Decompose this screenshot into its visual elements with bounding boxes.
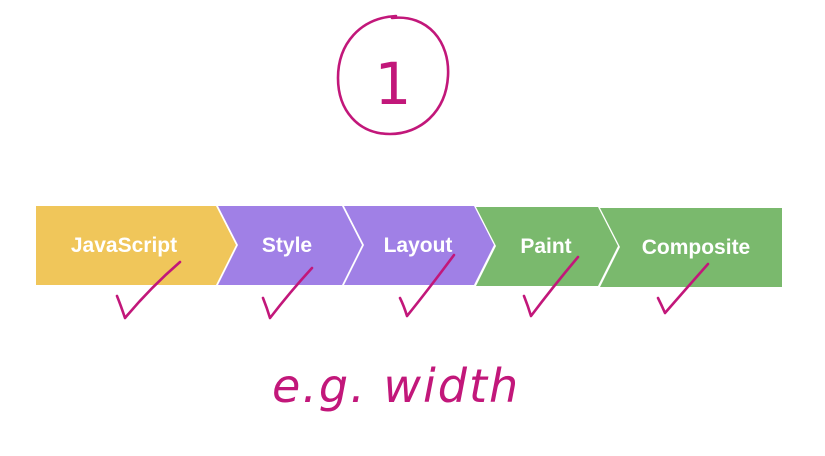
handwritten-note: e.g. width xyxy=(272,359,520,413)
stage-layout-label: Layout xyxy=(384,234,453,257)
circled-number-text: 1 xyxy=(375,50,412,118)
stage-javascript-label: JavaScript xyxy=(71,234,177,257)
stage-layout: Layout xyxy=(344,206,494,285)
stage-style-label: Style xyxy=(262,234,312,257)
pipeline-stages: JavaScript Style Layout Paint Composite xyxy=(36,206,782,287)
diagram-canvas: 1 JavaScript Style Layout Paint Composit… xyxy=(36,14,782,413)
stage-javascript: JavaScript xyxy=(36,206,236,285)
stage-paint-label: Paint xyxy=(520,235,571,258)
stage-composite-label: Composite xyxy=(642,236,751,259)
stage-style: Style xyxy=(218,206,362,285)
stage-paint: Paint xyxy=(476,207,618,286)
circled-number-annotation: 1 xyxy=(336,14,450,136)
pipeline-diagram: 1 JavaScript Style Layout Paint Composit… xyxy=(0,0,825,456)
stage-composite: Composite xyxy=(600,208,782,287)
